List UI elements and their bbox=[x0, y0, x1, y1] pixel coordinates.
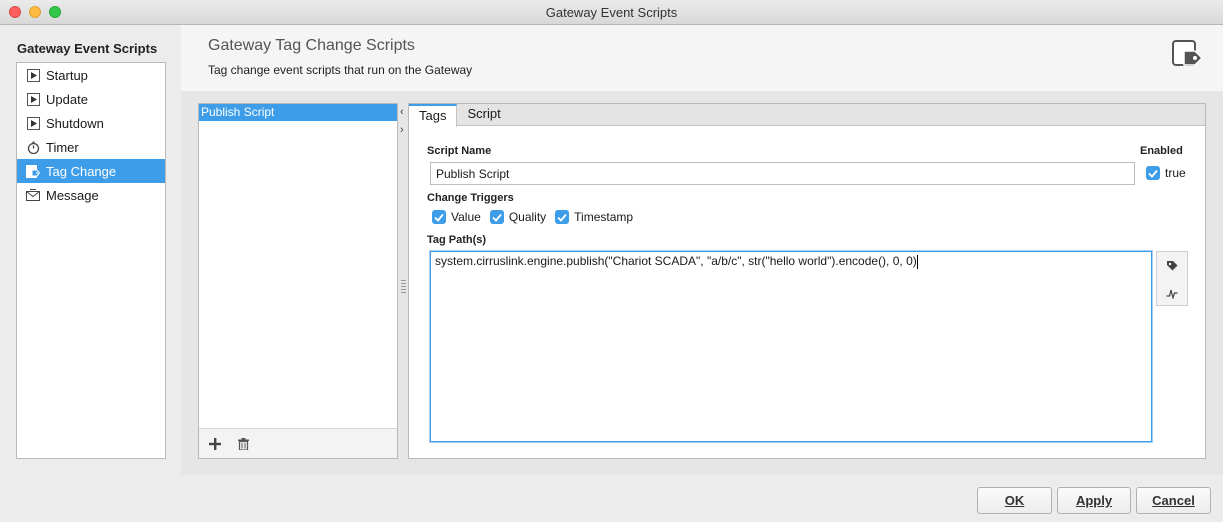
play-page-icon bbox=[26, 92, 40, 106]
sidebar-item-label: Tag Change bbox=[46, 163, 117, 179]
script-editor-panel: Tags Script Script Name Enabled Publish … bbox=[408, 103, 1206, 459]
sidebar-item-message[interactable]: Message bbox=[17, 183, 165, 207]
ok-button[interactable]: OK bbox=[977, 487, 1052, 514]
window-titlebar: Gateway Event Scripts bbox=[0, 0, 1223, 25]
script-name-label: Script Name bbox=[427, 145, 492, 157]
sidebar-item-timer[interactable]: Timer bbox=[17, 135, 165, 159]
tab-script[interactable]: Script bbox=[457, 104, 510, 126]
page-subtitle: Tag change event scripts that run on the… bbox=[208, 63, 473, 77]
tab-tags[interactable]: Tags bbox=[409, 104, 458, 127]
tag-paths-textarea[interactable]: system.cirruslink.engine.publish("Chario… bbox=[430, 251, 1152, 442]
trigger-value-label: Value bbox=[451, 210, 481, 224]
expand-right-arrow[interactable]: › bbox=[400, 125, 404, 136]
sidebar-item-label: Timer bbox=[46, 139, 79, 155]
stopwatch-icon bbox=[26, 140, 40, 154]
tab-strip: Tags Script bbox=[409, 104, 1205, 127]
splitter-grip[interactable] bbox=[401, 280, 406, 294]
sidebar-item-label: Shutdown bbox=[46, 115, 104, 131]
left-pane: Gateway Event Scripts Startup Update Shu… bbox=[0, 25, 181, 475]
tag-path-tools bbox=[1156, 251, 1188, 306]
delete-script-button[interactable] bbox=[232, 434, 254, 454]
apply-button[interactable]: Apply bbox=[1057, 487, 1131, 514]
checkmark-icon bbox=[1146, 166, 1160, 180]
page-header: Gateway Tag Change Scripts Tag change ev… bbox=[181, 25, 1223, 91]
tag-icon bbox=[1167, 260, 1178, 270]
page-title: Gateway Tag Change Scripts bbox=[208, 37, 415, 54]
collapse-left-arrow[interactable]: ‹ bbox=[400, 107, 404, 118]
tag-script-icon bbox=[1171, 39, 1205, 69]
trigger-timestamp-checkbox[interactable] bbox=[555, 210, 570, 224]
sidebar-heading: Gateway Event Scripts bbox=[17, 41, 158, 56]
play-page-icon bbox=[26, 116, 40, 130]
enabled-checkbox[interactable]: true bbox=[1146, 166, 1186, 180]
tag-paths-label: Tag Path(s) bbox=[427, 234, 487, 246]
enabled-value: true bbox=[1165, 166, 1186, 180]
text-caret bbox=[916, 254, 918, 269]
list-item[interactable]: Publish Script bbox=[199, 104, 397, 121]
add-script-button[interactable] bbox=[204, 434, 226, 454]
plus-icon bbox=[209, 437, 221, 450]
sidebar-item-shutdown[interactable]: Shutdown bbox=[17, 111, 165, 135]
trigger-value-checkbox[interactable] bbox=[432, 210, 446, 224]
sidebar-item-label: Startup bbox=[46, 67, 88, 83]
trigger-quality-checkbox[interactable] bbox=[489, 210, 504, 224]
trigger-timestamp-label: Timestamp bbox=[574, 210, 634, 224]
window-title: Gateway Event Scripts bbox=[545, 5, 678, 20]
enabled-label: Enabled bbox=[1140, 145, 1183, 157]
sidebar-item-label: Message bbox=[46, 187, 99, 203]
change-triggers-group: Value Quality Timestamp bbox=[432, 210, 642, 224]
script-list: Publish Script bbox=[198, 103, 398, 459]
script-name-field[interactable]: Publish Script bbox=[430, 162, 1135, 185]
tag-paths-text: system.cirruslink.engine.publish("Chario… bbox=[435, 254, 917, 268]
panel-splitter[interactable]: ‹ › bbox=[399, 103, 408, 459]
list-toolbar bbox=[199, 428, 397, 458]
event-type-list: Startup Update Shutdown Timer Tag Change bbox=[16, 62, 166, 459]
cancel-button[interactable]: Cancel bbox=[1136, 487, 1211, 514]
tag-change-icon bbox=[26, 164, 40, 178]
trigger-quality-label: Quality bbox=[508, 210, 547, 224]
trash-icon bbox=[237, 437, 249, 450]
pulse-chart-icon bbox=[1166, 289, 1178, 299]
sidebar-item-update[interactable]: Update bbox=[17, 87, 165, 111]
browse-tags-button[interactable] bbox=[1157, 252, 1187, 279]
change-triggers-label: Change Triggers bbox=[427, 192, 514, 204]
dialog-footer: OK Apply Cancel bbox=[0, 475, 1223, 522]
play-page-icon bbox=[26, 68, 40, 82]
envelope-icon bbox=[26, 188, 40, 202]
sidebar-item-tag-change[interactable]: Tag Change bbox=[17, 159, 165, 183]
insert-tag-history-button[interactable] bbox=[1157, 279, 1187, 306]
sidebar-item-label: Update bbox=[46, 91, 88, 107]
main-pane: Gateway Tag Change Scripts Tag change ev… bbox=[181, 25, 1223, 475]
sidebar-item-startup[interactable]: Startup bbox=[17, 63, 165, 87]
